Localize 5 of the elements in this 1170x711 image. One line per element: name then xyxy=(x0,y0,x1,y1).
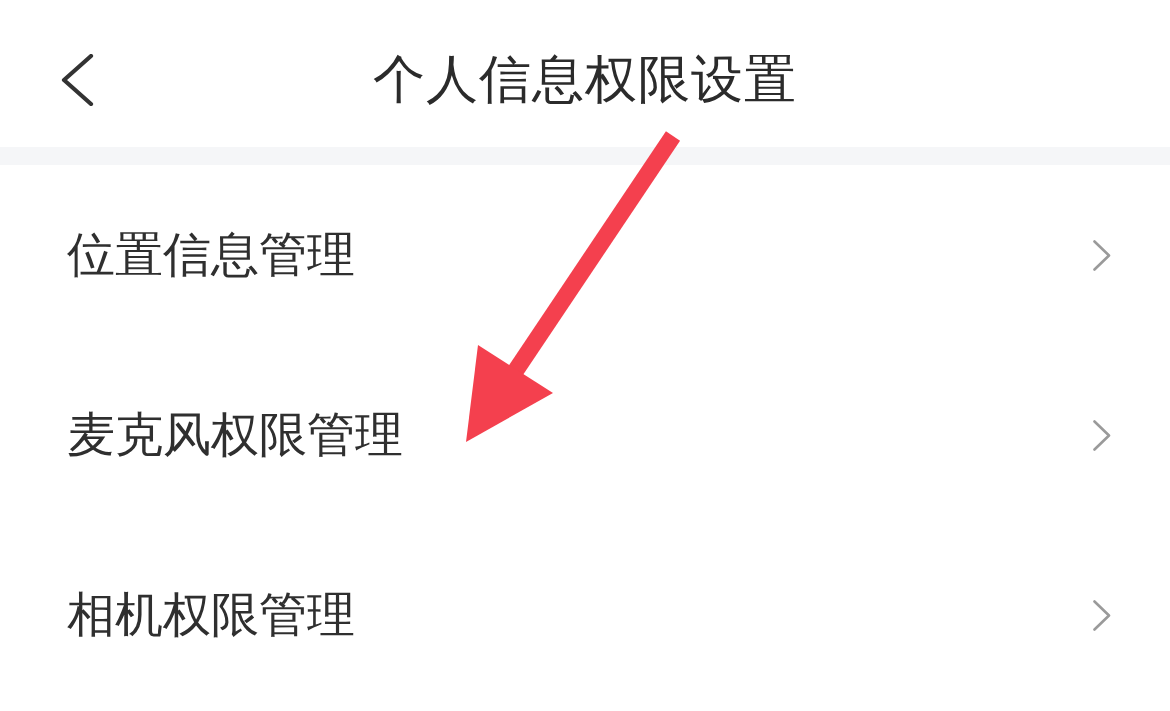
back-icon xyxy=(60,53,94,106)
page-title: 个人信息权限设置 xyxy=(373,47,797,111)
chevron-right-icon xyxy=(1093,239,1111,271)
chevron-right-icon xyxy=(1093,419,1111,451)
chevron-right-icon xyxy=(1093,599,1111,631)
